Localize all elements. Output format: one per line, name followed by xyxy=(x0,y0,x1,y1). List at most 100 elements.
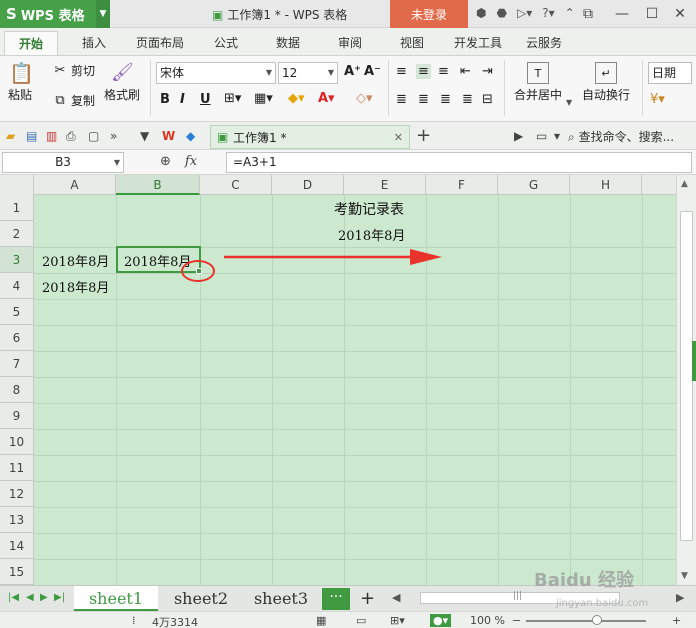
cell-month[interactable]: 2018年8月 xyxy=(338,225,405,244)
row-header-5[interactable]: 5 xyxy=(0,299,34,325)
italic-button[interactable]: I xyxy=(180,92,185,107)
paste-button[interactable]: 📋 粘贴 xyxy=(8,62,34,103)
first-sheet-icon[interactable]: |◀ xyxy=(8,592,19,603)
row-header-2[interactable]: 2 xyxy=(0,221,34,247)
row-header-9[interactable]: 9 xyxy=(0,403,34,429)
document-tab[interactable]: ▣ 工作簿1 * ✕ xyxy=(210,125,410,149)
minimize-ribbon-icon[interactable]: ⌃ xyxy=(565,6,575,20)
scroll-left-icon[interactable]: ◀ xyxy=(392,591,400,604)
select-all-corner[interactable] xyxy=(0,175,34,195)
tab-start[interactable]: 开始 xyxy=(4,31,59,55)
row-header-4[interactable]: 4 xyxy=(0,273,34,299)
cell-title[interactable]: 考勤记录表 xyxy=(334,199,404,219)
prev-sheet-icon[interactable]: ◀ xyxy=(26,592,34,603)
row-header-14[interactable]: 14 xyxy=(0,533,34,559)
align-center-icon[interactable]: ≣ xyxy=(418,92,429,107)
last-sheet-icon[interactable]: ▶| xyxy=(54,592,65,603)
zoom-out-icon[interactable]: − xyxy=(512,614,521,627)
restore-icon[interactable]: ⧉ xyxy=(578,4,598,24)
formula-input[interactable]: =A3+1 xyxy=(226,152,692,173)
cell-a3[interactable]: 2018年8月 xyxy=(42,251,109,270)
row-header-11[interactable]: 11 xyxy=(0,455,34,481)
chevron-down-icon[interactable]: ▼ xyxy=(140,129,149,143)
page-layout-icon[interactable]: ⊞▾ xyxy=(390,614,405,627)
align-top-icon[interactable]: ≡ xyxy=(396,64,407,79)
row-header-8[interactable]: 8 xyxy=(0,377,34,403)
tab-cloud[interactable]: 云服务 xyxy=(526,34,562,51)
zoom-slider[interactable] xyxy=(526,620,646,622)
underline-button[interactable]: U xyxy=(200,92,211,107)
decrease-font-icon[interactable]: A⁻ xyxy=(364,64,381,79)
close-icon[interactable]: ✕ xyxy=(394,131,403,144)
number-format-select[interactable]: 日期 xyxy=(648,62,692,84)
align-bottom-icon[interactable]: ≡ xyxy=(438,64,449,79)
row-header-7[interactable]: 7 xyxy=(0,351,34,377)
command-search[interactable]: ⌕ 查找命令、搜索... xyxy=(568,128,674,145)
tab-view[interactable]: 视图 xyxy=(400,34,424,51)
column-header-a[interactable]: A xyxy=(34,175,116,195)
clear-format-icon[interactable]: ◇▾ xyxy=(356,91,373,106)
tab-data[interactable]: 数据 xyxy=(276,34,300,51)
zoom-level[interactable]: 100 % xyxy=(470,614,505,627)
align-right-icon[interactable]: ≣ xyxy=(440,92,451,107)
minimize-icon[interactable]: — xyxy=(612,4,632,24)
chevron-down-icon[interactable]: ▼ xyxy=(96,0,110,28)
distributed-icon[interactable]: ⊟ xyxy=(482,92,493,107)
name-box[interactable]: B3 ▼ xyxy=(2,152,124,173)
scroll-down-icon[interactable]: ▼ xyxy=(681,571,688,581)
row-header-13[interactable]: 13 xyxy=(0,507,34,533)
print-preview-icon[interactable]: ▢ xyxy=(88,129,99,143)
app-menu-button[interactable]: S WPS 表格 ▼ xyxy=(0,0,110,28)
export-pdf-icon[interactable]: ▥ xyxy=(46,129,57,143)
column-header-c[interactable]: C xyxy=(200,175,272,195)
tab-developer[interactable]: 开发工具 xyxy=(454,34,502,51)
sheet-tab-sheet2[interactable]: sheet2 xyxy=(162,586,240,611)
login-button[interactable]: 未登录 xyxy=(390,0,468,28)
normal-view-icon[interactable]: ▦ xyxy=(316,614,326,627)
add-sheet-icon[interactable]: + xyxy=(360,588,375,609)
increase-font-icon[interactable]: A⁺ xyxy=(344,64,361,79)
row-header-12[interactable]: 12 xyxy=(0,481,34,507)
indent-decrease-icon[interactable]: ⇤ xyxy=(460,64,471,79)
column-header-d[interactable]: D xyxy=(272,175,344,195)
border-icon[interactable]: ⊞▾ xyxy=(224,91,241,106)
zoom-in-icon[interactable]: + xyxy=(672,614,681,627)
video-icon[interactable]: ▶ xyxy=(514,129,523,143)
save-icon[interactable]: ▤ xyxy=(26,129,37,143)
merge-center-button[interactable]: T 合并居中 xyxy=(514,62,562,103)
comment-icon[interactable]: ▭ xyxy=(536,129,547,143)
cut-button[interactable]: ✂ 剪切 xyxy=(52,62,95,79)
chevron-down-icon[interactable]: ▾ xyxy=(554,129,560,143)
sheet-tab-sheet3[interactable]: sheet3 xyxy=(244,586,318,611)
scroll-up-icon[interactable]: ▲ xyxy=(681,179,688,189)
eye-protect-icon[interactable]: ●▾ xyxy=(430,614,452,627)
chevron-down-icon[interactable]: ▼ xyxy=(566,98,572,107)
fx-icon[interactable]: fx xyxy=(185,154,197,169)
page-break-icon[interactable]: ▭ xyxy=(356,614,366,627)
cube-icon[interactable]: ◆ xyxy=(186,129,195,143)
tab-formulas[interactable]: 公式 xyxy=(214,34,238,51)
column-header-e[interactable]: E xyxy=(344,175,426,195)
font-color-icon[interactable]: A▾ xyxy=(318,91,335,106)
row-header-1[interactable]: 1 xyxy=(0,195,34,221)
fill-color-icon[interactable]: ◆▾ xyxy=(288,91,305,106)
tab-review[interactable]: 审阅 xyxy=(338,34,362,51)
cell-style-icon[interactable]: ▦▾ xyxy=(254,91,273,106)
currency-icon[interactable]: ¥▾ xyxy=(650,92,665,107)
maximize-icon[interactable]: ☐ xyxy=(642,4,662,24)
copy-button[interactable]: ⧉ 复制 xyxy=(52,92,95,109)
scroll-right-icon[interactable]: ▶ xyxy=(676,591,684,604)
sheet-tab-sheet1[interactable]: sheet1 xyxy=(74,586,158,611)
zoom-icon[interactable]: ⊕ xyxy=(160,154,171,169)
bold-button[interactable]: B xyxy=(160,92,170,107)
spreadsheet-grid[interactable]: A B C D E F G H 1 2 3 4 5 6 7 8 9 10 11 … xyxy=(0,175,676,585)
column-header-f[interactable]: F xyxy=(426,175,498,195)
font-name-select[interactable]: 宋体 ▼ xyxy=(156,62,276,84)
column-header-b[interactable]: B xyxy=(116,175,200,195)
next-sheet-icon[interactable]: ▶ xyxy=(40,592,48,603)
print-icon[interactable]: ⎙ xyxy=(66,129,76,144)
help-icon[interactable]: ?▾ xyxy=(542,6,554,20)
more-sheets-button[interactable]: ··· xyxy=(322,588,350,610)
wps-w-icon[interactable]: W xyxy=(162,129,175,143)
align-middle-icon[interactable]: ≡ xyxy=(416,64,431,79)
